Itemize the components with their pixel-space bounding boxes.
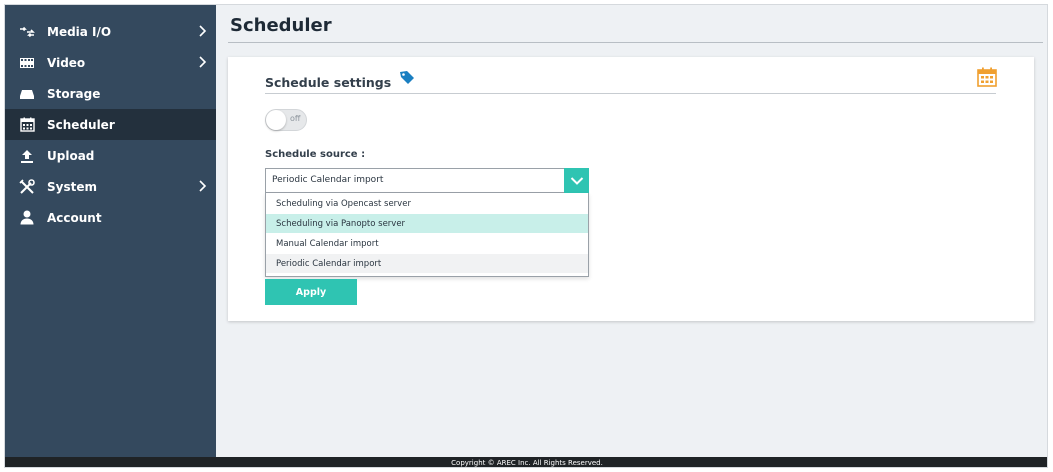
- sidebar-item-label: Account: [47, 210, 102, 225]
- toggle-knob: [266, 110, 286, 130]
- calendar-icon: [19, 117, 35, 133]
- footer: Copyright © AREC Inc. All Rights Reserve…: [5, 457, 1047, 467]
- sidebar-item-label: Video: [47, 55, 86, 70]
- sidebar-item-system[interactable]: System: [5, 171, 216, 202]
- page-title: Scheduler: [230, 15, 332, 36]
- sidebar-item-label: Upload: [47, 148, 95, 163]
- sidebar: Media I/O Video Storage Scheduler Upload…: [5, 5, 216, 457]
- select-arrow-button[interactable]: [564, 168, 589, 193]
- select-current-value: Periodic Calendar import: [272, 175, 384, 185]
- apply-button[interactable]: Apply: [265, 279, 357, 305]
- sidebar-item-label: Media I/O: [47, 24, 112, 39]
- calendar-icon[interactable]: [976, 66, 998, 88]
- dropdown-option-panopto[interactable]: Scheduling via Panopto server: [266, 214, 588, 233]
- chevron-right-icon: [199, 25, 207, 37]
- dropdown-option-manual-calendar[interactable]: Manual Calendar import: [266, 234, 588, 253]
- sidebar-item-video[interactable]: Video: [5, 47, 216, 78]
- dropdown-option-periodic-calendar[interactable]: Periodic Calendar import: [266, 254, 588, 273]
- chevron-right-icon: [199, 56, 207, 68]
- chevron-right-icon: [199, 180, 207, 192]
- sidebar-item-account[interactable]: Account: [5, 202, 216, 233]
- sidebar-item-storage[interactable]: Storage: [5, 78, 216, 109]
- sidebar-item-label: System: [47, 179, 97, 194]
- sidebar-item-label: Scheduler: [47, 117, 115, 132]
- tag-icon: [400, 71, 414, 84]
- sidebar-item-media-io[interactable]: Media I/O: [5, 16, 216, 47]
- schedule-source-dropdown: Scheduling via Opencast server Schedulin…: [265, 193, 589, 277]
- title-divider: [228, 42, 1043, 43]
- card-title: Schedule settings: [265, 75, 392, 90]
- schedule-toggle[interactable]: off: [265, 109, 307, 131]
- copyright-text: Copyright © AREC Inc. All Rights Reserve…: [451, 459, 603, 467]
- storage-drive-icon: [19, 86, 35, 102]
- main-content: Scheduler Schedule settings off Schedule…: [216, 5, 1047, 457]
- app-frame: Media I/O Video Storage Scheduler Upload…: [4, 4, 1048, 468]
- schedule-settings-card: Schedule settings off Schedule source : …: [228, 57, 1034, 321]
- upload-icon: [19, 148, 35, 164]
- media-io-icon: [19, 24, 35, 40]
- chevron-down-icon: [570, 176, 583, 185]
- toggle-state-label: off: [290, 114, 301, 123]
- dropdown-option-opencast[interactable]: Scheduling via Opencast server: [266, 194, 588, 213]
- schedule-source-label: Schedule source :: [265, 149, 366, 160]
- sidebar-item-label: Storage: [47, 86, 101, 101]
- sidebar-item-upload[interactable]: Upload: [5, 140, 216, 171]
- card-divider: [265, 93, 996, 94]
- tools-icon: [19, 178, 35, 195]
- schedule-source-select[interactable]: Periodic Calendar import: [265, 168, 589, 193]
- user-icon: [19, 210, 35, 226]
- video-film-icon: [19, 55, 35, 71]
- sidebar-item-scheduler[interactable]: Scheduler: [5, 109, 216, 140]
